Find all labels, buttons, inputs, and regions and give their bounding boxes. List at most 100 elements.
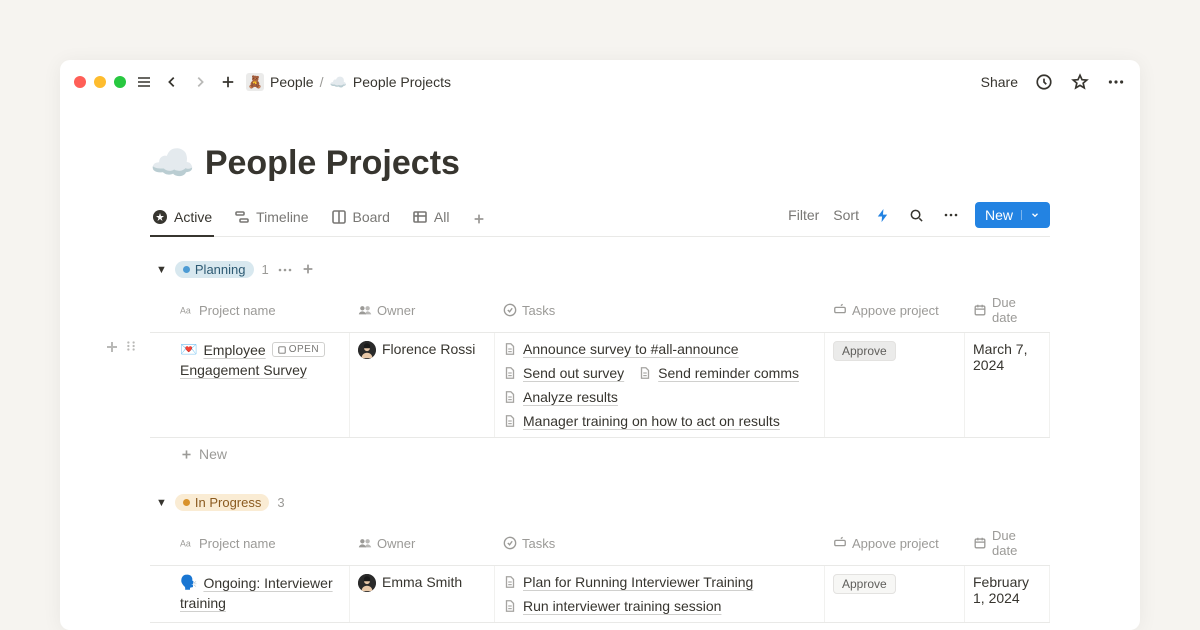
new-button[interactable]: New [975, 202, 1050, 228]
project-title-cont: Engagement Survey [180, 362, 341, 378]
cell-approve[interactable]: Approve [825, 566, 965, 622]
task-text: Run interviewer training session [523, 598, 721, 614]
cell-tasks[interactable]: Announce survey to #all-announce Send out… [495, 333, 825, 437]
tab-active[interactable]: Active [150, 203, 214, 237]
group-add-icon[interactable] [301, 262, 315, 278]
project-title: Employee [203, 342, 265, 358]
clock-icon[interactable] [1034, 72, 1054, 92]
approve-button[interactable]: Approve [833, 341, 896, 361]
col-owner[interactable]: Owner [350, 521, 495, 565]
task-item[interactable]: Send out survey [503, 365, 624, 381]
table-row[interactable]: 💌 Employee OPEN Engagement Survey Floren… [150, 333, 1050, 438]
avatar [358, 341, 376, 359]
task-item[interactable]: Plan for Running Interviewer Training [503, 574, 753, 590]
col-name[interactable]: AaProject name [150, 288, 350, 332]
automation-icon[interactable] [873, 205, 893, 225]
breadcrumb: 🧸 People / ☁️ People Projects [246, 73, 451, 91]
tab-all[interactable]: All [410, 203, 452, 235]
page-icon [638, 366, 652, 380]
cell-due[interactable]: February 1, 2024 [965, 566, 1050, 622]
task-item[interactable]: Analyze results [503, 389, 618, 405]
drag-handle-icon[interactable] [124, 339, 138, 355]
col-name[interactable]: AaProject name [150, 521, 350, 565]
owner-name: Emma Smith [382, 574, 462, 590]
group-toggle-icon[interactable]: ▼ [156, 264, 167, 276]
add-view-icon[interactable] [469, 209, 489, 229]
breadcrumb-current[interactable]: People Projects [353, 74, 451, 90]
new-page-icon[interactable] [218, 72, 238, 92]
approve-button[interactable]: Approve [833, 574, 896, 594]
task-item[interactable]: Announce survey to #all-announce [503, 341, 739, 357]
view-actions: Filter Sort New [788, 202, 1050, 236]
page-icon[interactable]: ☁️ [150, 142, 195, 184]
svg-text:Aa: Aa [180, 306, 191, 316]
more-icon[interactable] [1106, 72, 1126, 92]
group-count: 3 [277, 495, 284, 510]
cell-due[interactable]: March 7, 2024 [965, 333, 1050, 437]
project-title: Ongoing: Interviewer [203, 575, 332, 591]
breadcrumb-parent-icon: 🧸 [246, 73, 264, 91]
people-icon [358, 536, 372, 550]
page-icon [503, 414, 517, 428]
col-approve[interactable]: Appove project [825, 521, 965, 565]
titlebar-actions: Share [981, 72, 1126, 92]
task-item[interactable]: Run interviewer training session [503, 598, 721, 614]
button-icon [833, 303, 847, 317]
check-circle-icon [503, 536, 517, 550]
titlebar: 🧸 People / ☁️ People Projects Share [60, 60, 1140, 104]
tab-active-label: Active [174, 209, 212, 225]
group-more-icon[interactable] [277, 262, 293, 278]
group-count: 1 [262, 262, 269, 277]
cell-tasks[interactable]: Plan for Running Interviewer Training Run… [495, 566, 825, 622]
col-tasks[interactable]: Tasks [495, 521, 825, 565]
share-button[interactable]: Share [981, 74, 1018, 90]
sort-button[interactable]: Sort [833, 207, 859, 223]
task-item[interactable]: Send reminder comms [638, 365, 799, 381]
maximize-window-dot[interactable] [114, 76, 126, 88]
groups-container: ▼ Planning 1 AaProject name Owner Tasks … [150, 237, 1050, 623]
new-row[interactable]: New [150, 438, 1050, 470]
page-title[interactable]: People Projects [205, 144, 460, 183]
page-icon [503, 342, 517, 356]
task-item[interactable]: Manager training on how to act on result… [503, 413, 780, 429]
close-window-dot[interactable] [74, 76, 86, 88]
col-approve[interactable]: Appove project [825, 288, 965, 332]
col-due[interactable]: Due date [965, 521, 1050, 565]
tab-timeline[interactable]: Timeline [232, 203, 310, 235]
cell-project-name[interactable]: 💌 Employee OPEN Engagement Survey [150, 333, 350, 437]
view-more-icon[interactable] [941, 205, 961, 225]
svg-text:Aa: Aa [180, 539, 191, 549]
page-icon [503, 575, 517, 589]
back-icon[interactable] [162, 72, 182, 92]
task-text: Analyze results [523, 389, 618, 405]
open-pill[interactable]: OPEN [272, 342, 325, 357]
minimize-window-dot[interactable] [94, 76, 106, 88]
chevron-down-icon[interactable] [1021, 210, 1040, 220]
cell-project-name[interactable]: 🗣️ Ongoing: Interviewer training [150, 566, 350, 622]
table-row[interactable]: 🗣️ Ongoing: Interviewer training Emma Sm… [150, 566, 1050, 623]
forward-icon[interactable] [190, 72, 210, 92]
breadcrumb-current-icon: ☁️ [329, 74, 346, 91]
col-due[interactable]: Due date [965, 288, 1050, 332]
project-emoji: 💌 [180, 341, 197, 358]
group-badge[interactable]: Planning [175, 261, 254, 278]
tab-board-label: Board [353, 209, 390, 225]
people-icon [358, 303, 372, 317]
search-icon[interactable] [907, 205, 927, 225]
breadcrumb-parent[interactable]: People [270, 74, 314, 90]
filter-button[interactable]: Filter [788, 207, 819, 223]
cell-approve[interactable]: Approve [825, 333, 965, 437]
group-badge[interactable]: In Progress [175, 494, 269, 511]
cell-owner[interactable]: Emma Smith [350, 566, 495, 622]
col-tasks[interactable]: Tasks [495, 288, 825, 332]
menu-icon[interactable] [134, 72, 154, 92]
cell-owner[interactable]: Florence Rossi [350, 333, 495, 437]
tab-board[interactable]: Board [329, 203, 392, 235]
group-label: In Progress [195, 495, 261, 510]
add-row-icon[interactable] [104, 339, 120, 355]
group-label: Planning [195, 262, 246, 277]
group-toggle-icon[interactable]: ▼ [156, 497, 167, 509]
col-owner[interactable]: Owner [350, 288, 495, 332]
star-icon[interactable] [1070, 72, 1090, 92]
page-icon [503, 390, 517, 404]
